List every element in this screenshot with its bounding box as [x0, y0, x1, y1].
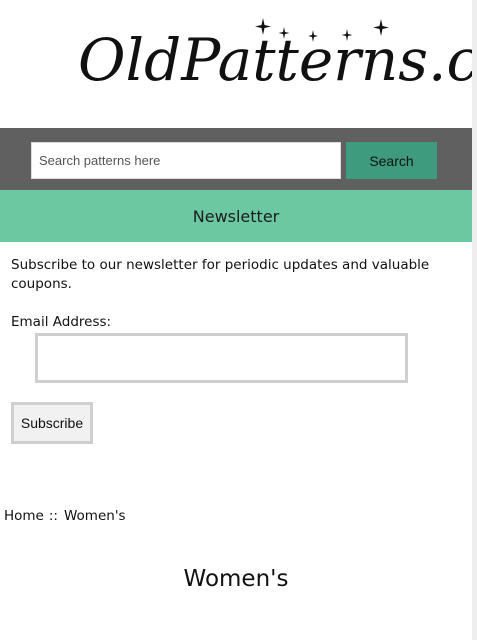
search-button[interactable]: Search: [346, 142, 437, 179]
breadcrumb: Home:: Women's: [4, 508, 126, 524]
logo-wordmark: OldPatterns.com: [78, 18, 477, 94]
page-right-edge: [472, 0, 477, 640]
page-title: Women's: [183, 566, 289, 592]
logo-text: OldPatterns.com: [78, 26, 472, 94]
newsletter-header: Newsletter: [0, 190, 472, 242]
search-bar: Search: [0, 128, 472, 190]
search-input[interactable]: [31, 142, 341, 179]
breadcrumb-current-link[interactable]: Women's: [64, 508, 126, 524]
email-field[interactable]: [35, 333, 408, 383]
subscribe-button[interactable]: Subscribe: [11, 402, 93, 444]
breadcrumb-separator: ::: [48, 508, 58, 524]
newsletter-title: Newsletter: [192, 206, 280, 226]
breadcrumb-home-link[interactable]: Home: [4, 508, 44, 524]
site-logo[interactable]: OldPatterns.com: [0, 0, 477, 128]
newsletter-intro: Subscribe to our newsletter for periodic…: [11, 257, 430, 292]
email-label: Email Address:: [11, 314, 112, 330]
